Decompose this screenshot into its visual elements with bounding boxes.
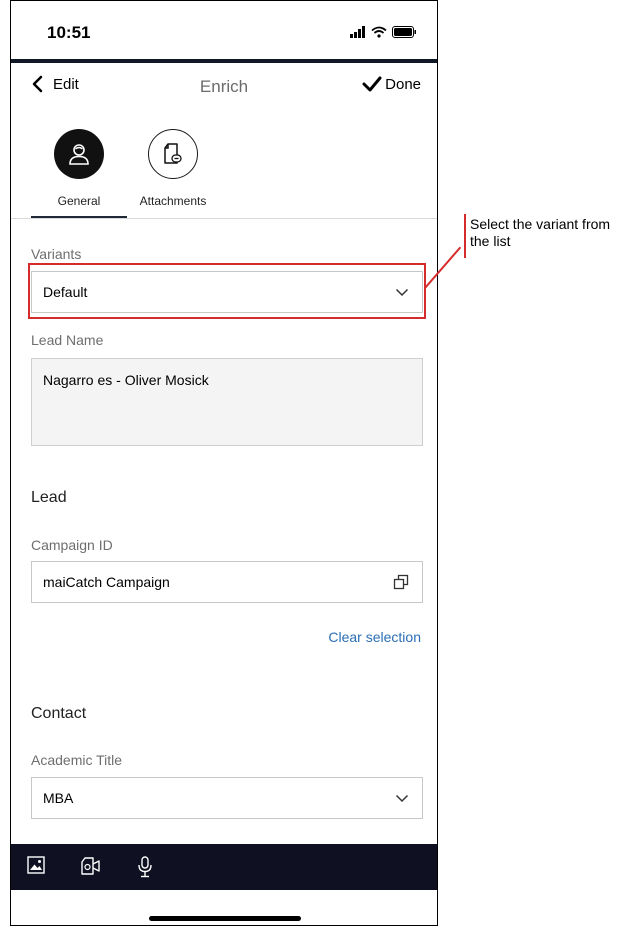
variants-label: Variants: [31, 246, 82, 262]
tab-bar: General Attachments: [11, 129, 437, 219]
lead-name-value: Nagarro es - Oliver Mosick: [43, 372, 209, 388]
lead-section-title: Lead: [31, 489, 67, 506]
video-icon[interactable]: [79, 856, 101, 876]
campaign-id-field[interactable]: maiCatch Campaign: [31, 561, 423, 603]
tab-general-label: General: [57, 194, 101, 208]
chevron-down-icon: [395, 288, 409, 297]
wifi-icon: [371, 26, 387, 38]
academic-title-label: Academic Title: [31, 752, 123, 768]
nav-bar: Edit Enrich Done: [11, 63, 437, 109]
academic-title-value: MBA: [43, 790, 74, 806]
academic-title-select[interactable]: MBA: [31, 777, 423, 819]
phone-screen: 10:51 Edit Enrich Done General Attachmen…: [10, 0, 438, 926]
done-label: Done: [385, 75, 421, 93]
variants-value: Default: [43, 284, 88, 300]
tab-general[interactable]: General: [33, 129, 125, 208]
tab-attachments[interactable]: Attachments: [127, 129, 219, 208]
attachment-icon: [164, 143, 182, 164]
annotation-marker: [464, 214, 466, 258]
annotation-callout: Select the variant from the list: [470, 216, 611, 249]
home-indicator[interactable]: [149, 916, 301, 921]
tab-attachments-label: Attachments: [139, 194, 207, 208]
done-button[interactable]: Done: [362, 75, 421, 93]
person-icon: [69, 144, 89, 165]
lead-name-field[interactable]: Nagarro es - Oliver Mosick: [31, 358, 423, 446]
status-time: 10:51: [47, 23, 91, 42]
status-icons: [350, 25, 417, 39]
home-area: [11, 890, 437, 925]
image-icon[interactable]: [27, 856, 45, 874]
campaign-id-label: Campaign ID: [31, 537, 113, 553]
tab-attachments-circle: [148, 129, 198, 179]
bottom-toolbar: [11, 844, 437, 890]
battery-icon: [392, 26, 416, 38]
variants-select[interactable]: Default: [31, 271, 423, 313]
lead-name-label: Lead Name: [31, 332, 104, 348]
chevron-down-icon: [395, 794, 409, 803]
tab-general-circle: [54, 129, 104, 179]
checkmark-icon: [362, 76, 382, 92]
campaign-id-value: maiCatch Campaign: [43, 574, 170, 590]
value-help-icon[interactable]: [393, 574, 409, 590]
contact-section-title: Contact: [31, 705, 87, 722]
tabs-divider: [11, 218, 437, 219]
microphone-icon[interactable]: [137, 856, 153, 878]
clear-selection-link[interactable]: Clear selection: [328, 629, 421, 645]
signal-icon: [350, 26, 365, 38]
status-bar: 10:51: [11, 1, 437, 59]
